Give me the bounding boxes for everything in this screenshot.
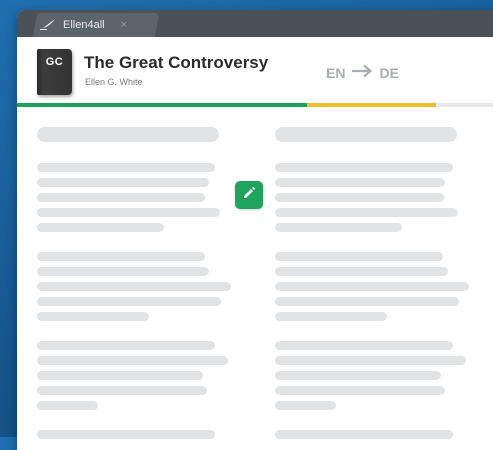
source-line-placeholder	[37, 267, 209, 276]
tab-content: Ellen4all ×	[39, 13, 127, 37]
source-line-placeholder	[37, 193, 205, 202]
target-line-placeholder	[275, 252, 443, 261]
progress-completed	[17, 103, 307, 107]
target-line-placeholder	[275, 312, 387, 321]
target-line-placeholder	[275, 341, 453, 350]
source-heading-placeholder	[37, 127, 219, 142]
app-window: Ellen4all × GC The Great Controversy Ell…	[17, 10, 493, 450]
book-title: The Great Controversy	[84, 53, 269, 72]
translation-progress-bar	[17, 103, 493, 107]
source-line-placeholder	[37, 252, 205, 261]
source-language: EN	[326, 64, 346, 81]
tab-bar: Ellen4all ×	[17, 10, 493, 37]
target-line-placeholder	[275, 267, 448, 276]
target-line-placeholder	[275, 193, 444, 202]
source-line-placeholder	[37, 163, 215, 172]
target-line-placeholder	[275, 282, 469, 291]
target-line-placeholder	[275, 401, 336, 410]
target-line-placeholder	[275, 297, 459, 306]
book-cover[interactable]: GC	[37, 49, 72, 95]
book-header: GC The Great Controversy Ellen G. White …	[17, 37, 493, 110]
target-line-placeholder	[275, 208, 458, 217]
target-line-placeholder	[275, 356, 466, 365]
target-line-placeholder	[275, 371, 441, 380]
source-line-placeholder	[37, 341, 215, 350]
language-pair[interactable]: EN DE	[326, 64, 399, 81]
source-line-placeholder	[37, 312, 149, 321]
arrow-right-icon	[351, 64, 373, 81]
source-line-placeholder	[37, 430, 215, 439]
quill-icon	[39, 18, 57, 33]
source-line-placeholder	[37, 223, 164, 232]
source-line-placeholder	[37, 356, 228, 365]
progress-review	[307, 103, 436, 107]
target-language: DE	[379, 64, 399, 81]
source-line-placeholder	[37, 297, 221, 306]
target-line-placeholder	[275, 163, 453, 172]
target-heading-placeholder	[275, 127, 457, 142]
source-line-placeholder	[37, 208, 220, 217]
target-line-placeholder	[275, 430, 453, 439]
target-line-placeholder	[275, 223, 402, 232]
source-line-placeholder	[37, 282, 231, 291]
tab-label: Ellen4all	[63, 19, 105, 31]
source-line-placeholder	[37, 386, 207, 395]
source-line-placeholder	[37, 371, 203, 380]
book-author: Ellen G. White	[85, 77, 143, 87]
target-line-placeholder	[275, 386, 445, 395]
source-line-placeholder	[37, 178, 209, 187]
source-line-placeholder	[37, 401, 98, 410]
edit-button[interactable]	[235, 181, 263, 209]
target-line-placeholder	[275, 178, 445, 187]
pencil-icon	[242, 186, 256, 205]
tab-close-icon[interactable]: ×	[121, 19, 127, 31]
book-abbrev: GC	[45, 56, 64, 68]
